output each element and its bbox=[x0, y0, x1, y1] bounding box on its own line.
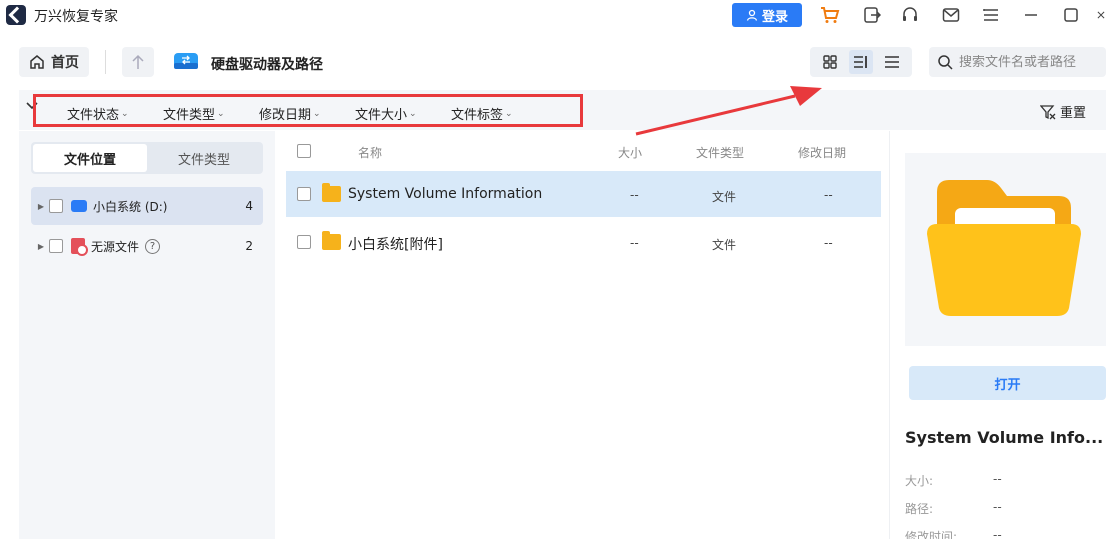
meta-path: 路径: -- bbox=[905, 500, 1105, 517]
meta-key: 修改时间: bbox=[905, 530, 958, 539]
search-input[interactable] bbox=[959, 54, 1099, 70]
file-type: 文件 bbox=[712, 238, 737, 252]
search-box bbox=[929, 47, 1106, 77]
meta-key: 路径: bbox=[905, 502, 934, 516]
checkbox[interactable] bbox=[49, 239, 63, 253]
open-button[interactable]: 打开 bbox=[909, 366, 1106, 400]
row-checkbox[interactable] bbox=[297, 235, 311, 249]
row-checkbox[interactable] bbox=[297, 187, 311, 201]
maximize-icon[interactable] bbox=[1061, 5, 1081, 25]
list-header: 名称 大小 文件类型 修改日期 bbox=[286, 140, 880, 164]
login-label: 登录 bbox=[761, 9, 788, 25]
menu-icon[interactable] bbox=[981, 5, 1001, 25]
title-bar: 万兴恢复专家 登录 bbox=[0, 0, 1106, 30]
preview-file-name: System Volume Info... bbox=[905, 428, 1104, 447]
reset-label: 重置 bbox=[1060, 106, 1087, 121]
page-title: 硬盘驱动器及路径 bbox=[211, 57, 323, 73]
detail-view-icon[interactable] bbox=[848, 50, 873, 74]
folder-icon bbox=[322, 183, 341, 202]
close-icon[interactable] bbox=[1096, 5, 1106, 25]
annotation-highlight-box bbox=[33, 94, 583, 127]
item-count: 2 bbox=[245, 239, 253, 253]
grid-view-icon[interactable] bbox=[818, 50, 842, 74]
tab-file-location[interactable]: 文件位置 bbox=[33, 144, 147, 172]
meta-size: 大小: -- bbox=[905, 472, 1105, 489]
up-button[interactable] bbox=[122, 47, 154, 77]
sidebar-item-label: 无源文件 bbox=[91, 239, 140, 254]
mail-icon[interactable] bbox=[941, 5, 961, 25]
meta-modified: 修改时间: -- bbox=[905, 528, 1105, 539]
item-count: 4 bbox=[245, 199, 253, 213]
list-view-icon[interactable] bbox=[880, 50, 904, 74]
sidebar-item-lost-files[interactable]: ▶ 无源文件 ? 2 bbox=[31, 227, 263, 265]
tab-file-type[interactable]: 文件类型 bbox=[147, 144, 261, 172]
checkbox[interactable] bbox=[49, 199, 63, 213]
view-switcher bbox=[810, 47, 912, 77]
header-size[interactable]: 大小 bbox=[618, 144, 642, 161]
home-button[interactable]: 首页 bbox=[19, 47, 89, 77]
sidebar-item-label: 小白系统 (D:) bbox=[93, 199, 168, 214]
file-date: -- bbox=[824, 236, 833, 250]
home-icon bbox=[30, 55, 44, 69]
user-icon bbox=[746, 9, 758, 21]
app-logo-icon bbox=[6, 5, 26, 25]
search-icon bbox=[938, 55, 953, 70]
file-date: -- bbox=[824, 188, 833, 202]
export-icon[interactable] bbox=[862, 5, 882, 25]
minimize-icon[interactable] bbox=[1021, 5, 1041, 25]
table-row[interactable]: System Volume Information -- 文件 -- bbox=[286, 171, 881, 217]
meta-value: -- bbox=[993, 500, 1002, 514]
drive-icon bbox=[71, 200, 87, 212]
meta-key: 大小: bbox=[905, 474, 934, 488]
lost-file-icon bbox=[71, 238, 88, 256]
help-icon[interactable]: ? bbox=[145, 238, 161, 254]
file-name: System Volume Information bbox=[348, 186, 543, 202]
header-type[interactable]: 文件类型 bbox=[696, 144, 744, 161]
annotation-arrow-icon bbox=[635, 86, 822, 136]
file-type: 文件 bbox=[712, 190, 737, 204]
table-row[interactable]: 小白系统[附件] -- 文件 -- bbox=[286, 219, 881, 265]
file-size: -- bbox=[630, 188, 639, 202]
toolbar-divider bbox=[105, 50, 106, 74]
meta-value: -- bbox=[993, 528, 1002, 539]
meta-value: -- bbox=[993, 472, 1002, 486]
expand-arrow-icon[interactable]: ▶ bbox=[33, 242, 49, 251]
select-all-checkbox[interactable] bbox=[297, 144, 311, 158]
expand-arrow-icon[interactable]: ▶ bbox=[33, 202, 49, 211]
login-button[interactable]: 登录 bbox=[732, 3, 802, 27]
file-name: 小白系统[附件] bbox=[348, 237, 443, 253]
cart-icon[interactable] bbox=[820, 5, 840, 25]
reset-button[interactable]: 重置 bbox=[1040, 102, 1086, 121]
home-label: 首页 bbox=[51, 55, 79, 71]
drive-icon bbox=[173, 49, 199, 73]
sidebar-tab-switcher: 文件位置 文件类型 bbox=[31, 142, 263, 174]
header-date[interactable]: 修改日期 bbox=[798, 144, 846, 161]
sidebar-item-drive-d[interactable]: ▶ 小白系统 (D:) 4 bbox=[31, 187, 263, 225]
header-name[interactable]: 名称 bbox=[358, 144, 382, 161]
folder-icon bbox=[927, 180, 1081, 316]
file-size: -- bbox=[630, 236, 639, 250]
headset-icon[interactable] bbox=[900, 5, 920, 25]
folder-icon bbox=[322, 231, 341, 250]
filter-clear-icon bbox=[1040, 104, 1056, 119]
arrow-up-icon bbox=[132, 54, 144, 69]
app-title: 万兴恢复专家 bbox=[34, 9, 118, 25]
